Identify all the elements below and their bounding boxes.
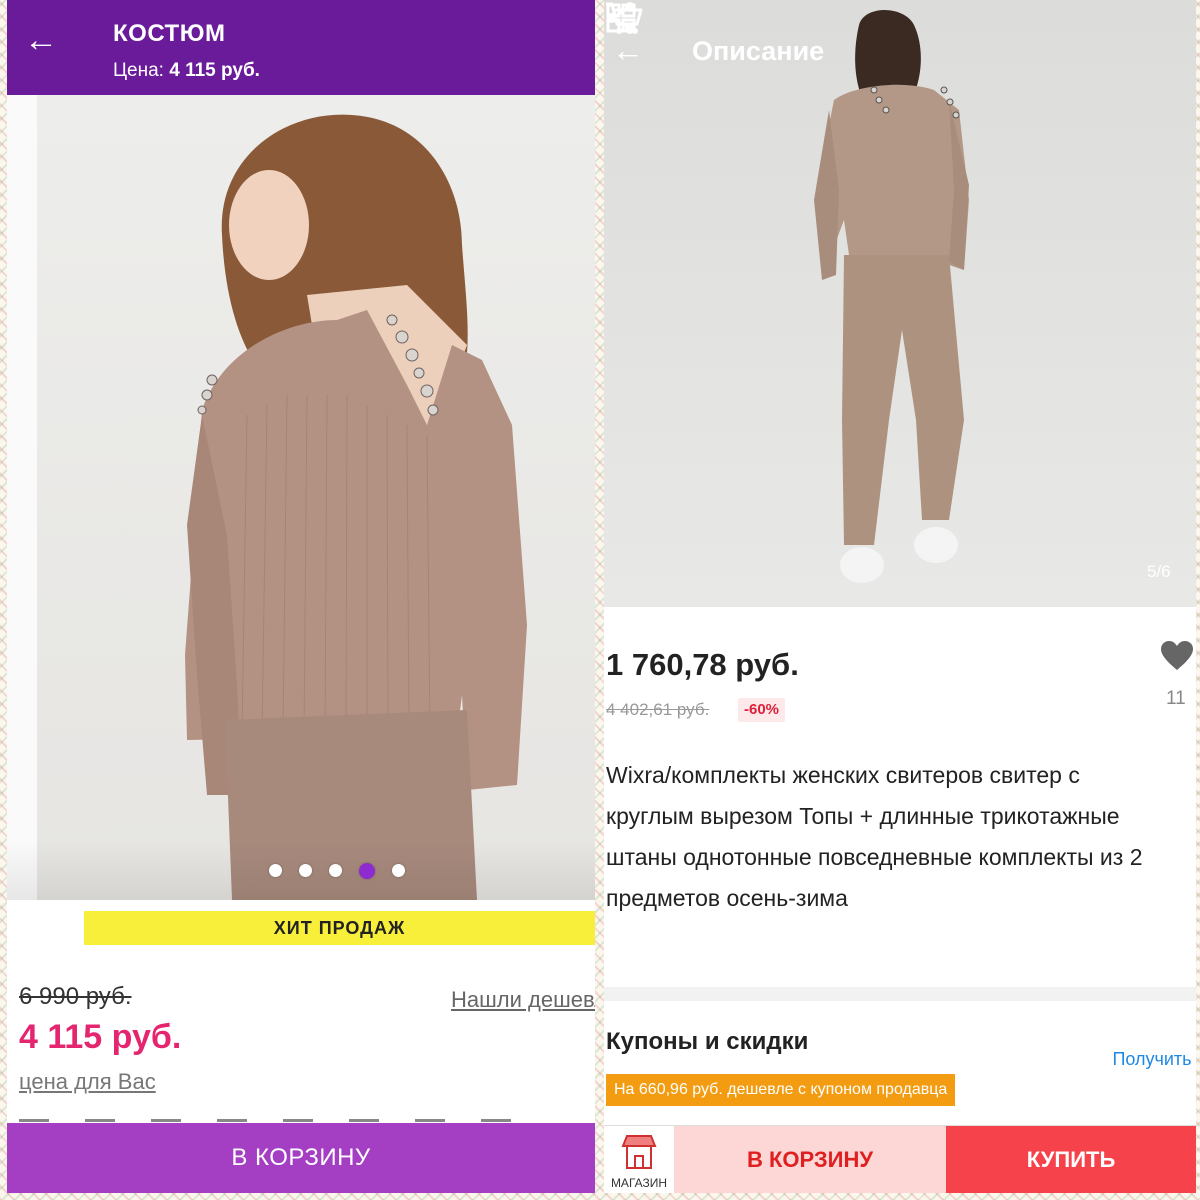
section-divider [604,987,1196,1001]
shop-button[interactable]: МАГАЗИН [604,1126,674,1193]
header-price-value: 4 115 руб. [169,60,260,81]
buy-now-button[interactable]: КУПИТЬ [946,1126,1196,1193]
left-app-screen: ← КОСТЮМ Цена: 4 115 руб. ХИТ ПРОДАЖ 6 9… [7,0,595,1193]
gallery-counter: 5/6 [1147,562,1171,581]
found-cheaper-link[interactable]: Нашли дешевле? [451,987,595,1013]
menu-grid-icon[interactable] [604,0,638,36]
gallery-dot[interactable] [392,864,405,877]
bottom-action-bar: МАГАЗИН В КОРЗИНУ КУПИТЬ [604,1125,1196,1193]
screen-title: Описание [692,36,825,66]
product-title: КОСТЮМ [113,20,226,47]
likes-count: 11 [1166,688,1186,709]
shop-label: МАГАЗИН [610,1176,668,1190]
product-description: Wixra/комплекты женских свитеров свитер … [606,762,1143,911]
add-to-cart-button[interactable]: В КОРЗИНУ [7,1123,595,1193]
back-arrow-icon[interactable]: ← [610,32,646,68]
product-photo[interactable]: ← Описание 5/6 [604,0,1196,607]
old-price: 6 990 руб. [19,983,132,1010]
gallery-dot[interactable] [299,864,312,877]
header-price: Цена: 4 115 руб. [113,60,260,82]
product-photo[interactable] [7,95,595,900]
gallery-dot[interactable] [329,864,342,877]
model-back-photo [185,114,527,900]
coupons-heading: Купоны и скидки [606,1028,809,1055]
heart-icon[interactable] [1160,640,1194,672]
gallery-dot-active[interactable] [359,863,375,879]
price-for-you-link[interactable]: цена для Вас [19,1069,156,1095]
coupon-tag: На 660,96 руб. дешевле с купоном продавц… [606,1074,956,1106]
current-price: 1 760,78 руб. [606,647,799,682]
product-header: ← КОСТЮМ Цена: 4 115 руб. [7,0,595,95]
add-to-cart-button[interactable]: В КОРЗИНУ [674,1126,946,1193]
discount-badge: -60% [738,698,786,722]
model-full-photo [814,10,969,583]
back-arrow-icon[interactable]: ← [23,22,59,58]
bestseller-badge: ХИТ ПРОДАЖ [84,911,595,945]
right-app-screen: ← Описание 5/6 1 760,78 руб. 4 402,61 ру… [604,0,1196,1193]
old-price: 4 402,61 руб. [606,700,710,719]
current-price: 4 115 руб. [19,1018,182,1056]
shop-icon [621,1135,657,1169]
get-coupon-link[interactable]: Получить [1110,1047,1194,1071]
gallery-dot[interactable] [269,864,282,877]
gallery-dots [269,863,405,879]
header-price-label: Цена: [113,60,164,81]
